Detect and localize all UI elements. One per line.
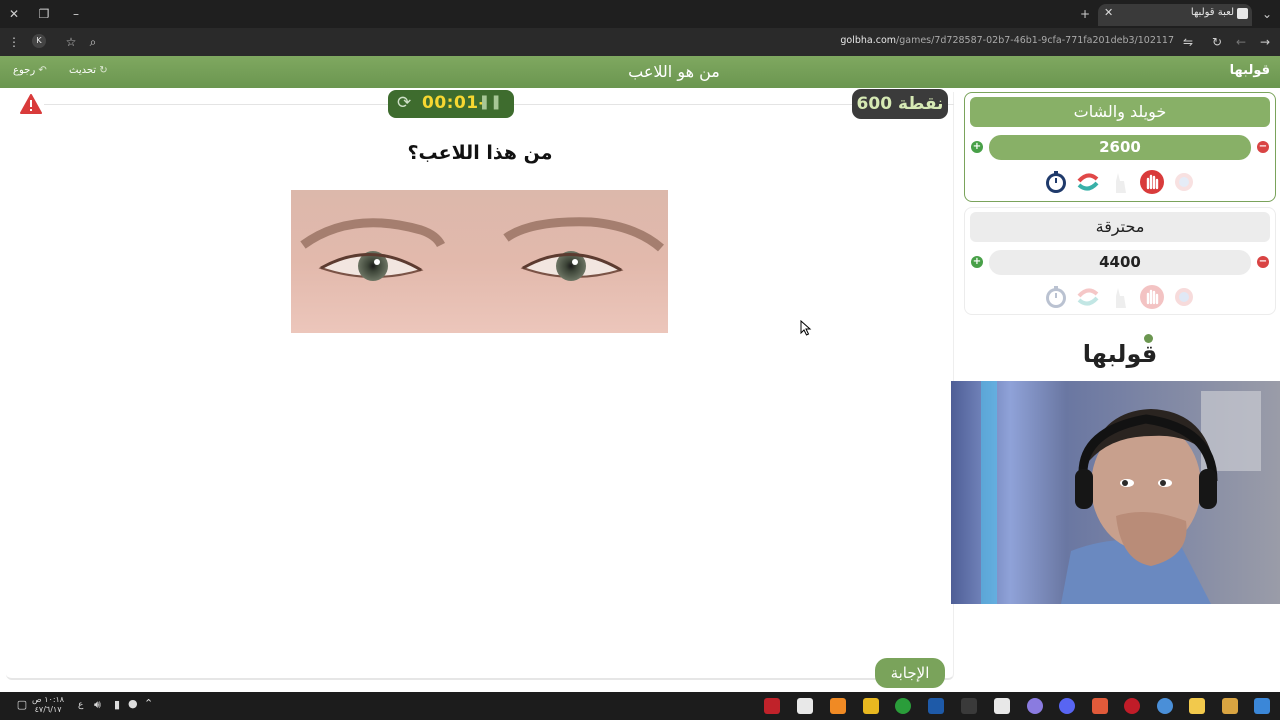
warning-icon[interactable] (20, 94, 42, 114)
stopwatch-icon[interactable] (1043, 169, 1069, 195)
logo-dot (1144, 334, 1153, 343)
xbox-app-icon[interactable] (961, 698, 977, 714)
tab-title: لعبة قولبها (1190, 7, 1234, 18)
start-menu-icon[interactable] (1254, 698, 1270, 714)
magic-icon[interactable] (1171, 169, 1197, 195)
tray-expand-icon[interactable]: ⌃ (144, 697, 153, 710)
chrome-icon[interactable] (1157, 698, 1173, 714)
question-text: من هذا اللاعب؟ (407, 142, 553, 164)
language-indicator[interactable]: ع (78, 700, 83, 710)
timer-value: 00:01- (422, 93, 487, 113)
clock-time: ١٠:١٨ ص (32, 695, 65, 704)
app-red-icon[interactable] (1092, 698, 1108, 714)
discord-icon[interactable] (1059, 698, 1075, 714)
helper-tools (1041, 284, 1201, 310)
timer: ⟳ 00:01- ❚❚ (388, 90, 514, 118)
points-value: 600 نقطة (856, 94, 944, 114)
close-tab-icon[interactable]: ✕ (1104, 6, 1113, 19)
notification-icon[interactable]: ▢ (14, 698, 30, 714)
minimize-window-icon[interactable]: – (68, 6, 84, 22)
app-orange-icon[interactable] (830, 698, 846, 714)
swap-arrows-icon[interactable] (1075, 169, 1101, 195)
app-dark-red-icon[interactable] (1124, 698, 1140, 714)
question-image (291, 190, 668, 333)
browser-tab[interactable]: ✕ لعبة قولبها (1098, 4, 1252, 26)
stopwatch-icon[interactable] (1043, 284, 1069, 310)
brand-logo-text: قولبها (1082, 340, 1158, 368)
answer-button[interactable]: الإجابة (875, 658, 945, 688)
battery-icon[interactable]: ▮ (114, 698, 120, 711)
add-points-icon[interactable]: + (971, 256, 983, 268)
add-points-icon[interactable]: + (971, 141, 983, 153)
xbox-icon[interactable] (895, 698, 911, 714)
swap-arrows-icon[interactable] (1075, 284, 1101, 310)
back-button[interactable]: رجوع ↶ (13, 65, 47, 76)
webcam-overlay (951, 381, 1280, 604)
game-panel (6, 92, 954, 680)
team-name: محترقة (970, 212, 1270, 242)
hand-point-icon[interactable] (1107, 284, 1133, 310)
mouse-cursor-icon (800, 320, 812, 336)
stop-hand-icon[interactable] (1139, 169, 1165, 195)
undo-icon: ↶ (38, 65, 47, 76)
brand-logo: قولبها (1060, 334, 1180, 368)
obs-icon[interactable] (994, 698, 1010, 714)
tab-favicon-icon (1237, 8, 1248, 19)
steam-icon[interactable] (928, 698, 944, 714)
close-window-icon[interactable]: ✕ (6, 6, 22, 22)
menu-dots-icon[interactable]: ⋮ (6, 34, 22, 50)
team-score: 2600 (989, 135, 1251, 160)
bookmark-star-icon[interactable]: ☆ (63, 34, 79, 50)
clock-date: ٤٧/٦/١٧ (34, 705, 62, 714)
team-score: 4400 (989, 250, 1251, 275)
back-icon[interactable]: → (1257, 34, 1273, 50)
app-logo: قولبها (1229, 63, 1270, 78)
refresh-label: تحديث (69, 65, 97, 76)
reset-timer-icon[interactable]: ⟳ (397, 93, 411, 113)
reload-icon[interactable]: ↻ (1209, 34, 1225, 50)
media-player-icon[interactable] (1027, 698, 1043, 714)
pause-icon[interactable]: ❚❚ (479, 94, 502, 110)
new-tab-icon[interactable]: + (1077, 6, 1093, 22)
app-header: من هو اللاعب قولبها تحديث ↻ رجوع ↶ (0, 56, 1280, 88)
browser-tab-bar: ✕ ❐ – + ✕ لعبة قولبها ⌄ (0, 0, 1280, 28)
remove-points-icon[interactable]: − (1257, 141, 1269, 153)
address-bar: ⋮ ☆ ⌕ golbha.com/games/7d728587-02b7-46b… (0, 28, 1280, 56)
site-settings-icon[interactable]: ⇋ (1180, 34, 1196, 50)
stop-hand-icon[interactable] (1139, 284, 1165, 310)
rockstar-icon[interactable] (863, 698, 879, 714)
taskbar: ▢ ١٠:١٨ ص ٤٧/٦/١٧ ع 🔊︎ ▮ ● ⌃ (0, 692, 1280, 720)
helper-tools (1041, 169, 1201, 195)
clock[interactable]: ١٠:١٨ ص ٤٧/٦/١٧ (32, 695, 64, 715)
refresh-icon: ↻ (99, 65, 108, 76)
tab-search-icon[interactable]: ⌄ (1259, 6, 1275, 22)
hand-point-icon[interactable] (1107, 169, 1133, 195)
remove-points-icon[interactable]: − (1257, 256, 1269, 268)
store-icon[interactable] (1222, 698, 1238, 714)
restore-window-icon[interactable]: ❐ (36, 6, 52, 22)
capcut-icon[interactable] (797, 698, 813, 714)
team-card-2: محترقة + 4400 − (964, 207, 1276, 315)
points-badge: 600 نقطة (852, 89, 948, 119)
refresh-button[interactable]: تحديث ↻ (69, 65, 108, 76)
search-icon[interactable]: ⌕ (85, 34, 101, 50)
profile-avatar[interactable]: K (32, 34, 46, 48)
file-explorer-icon[interactable] (1189, 698, 1205, 714)
microphone-icon[interactable]: ● (128, 697, 138, 710)
team-card-1: خويلد والشات + 2600 − (964, 92, 1276, 202)
volume-icon[interactable]: 🔊︎ (94, 698, 101, 712)
page-title: من هو اللاعب (628, 62, 720, 81)
url-field[interactable]: golbha.com/games/7d728587-02b7-46b1-9cfa… (760, 35, 1174, 46)
magic-icon[interactable] (1171, 284, 1197, 310)
team-name: خويلد والشات (970, 97, 1270, 127)
youtube-icon[interactable] (764, 698, 780, 714)
forward-icon[interactable]: ← (1233, 34, 1249, 50)
back-label: رجوع (13, 65, 36, 76)
